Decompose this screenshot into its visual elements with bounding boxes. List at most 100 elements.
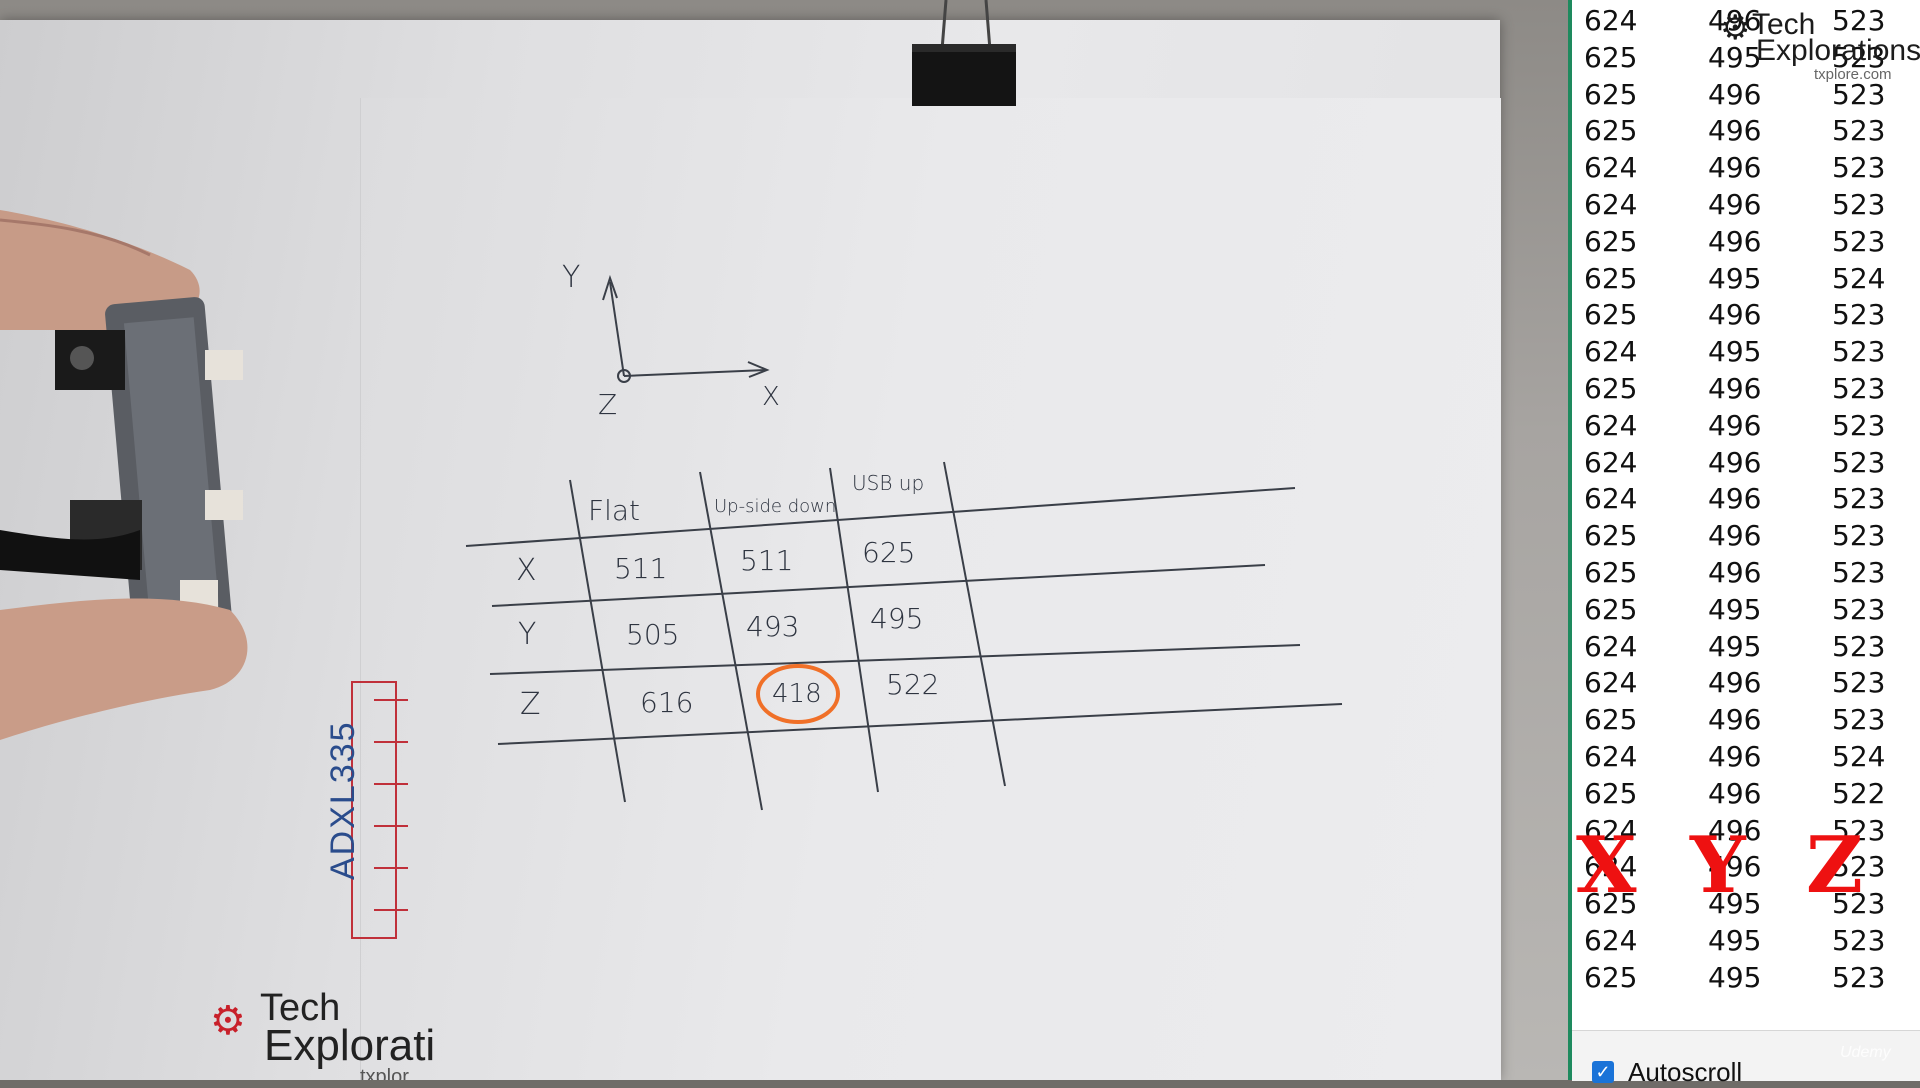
x-value: 625 — [1584, 298, 1638, 332]
serial-row: 624 496 523 — [1580, 666, 1920, 703]
table-header-flat: Flat — [588, 494, 640, 527]
x-value: 625 — [1584, 592, 1638, 626]
x-value: 624 — [1584, 923, 1638, 957]
y-value: 496 — [1708, 371, 1762, 405]
z-value: 524 — [1832, 261, 1886, 295]
y-value: 495 — [1708, 592, 1762, 626]
x-value: 625 — [1584, 703, 1638, 737]
table-header-usb-up: USB up — [852, 471, 924, 495]
y-value: 496 — [1708, 408, 1762, 442]
axis-x-label: X — [762, 382, 780, 412]
z-value: 523 — [1832, 592, 1886, 626]
x-value: 625 — [1584, 40, 1638, 74]
x-value: 625 — [1584, 519, 1638, 553]
table-cell: 625 — [862, 536, 915, 569]
y-value: 496 — [1708, 445, 1762, 479]
x-value: 625 — [1584, 224, 1638, 258]
serial-row: 624 496 523 — [1580, 151, 1920, 188]
table-cell: 505 — [626, 618, 679, 651]
serial-row: 625 496 523 — [1580, 372, 1920, 409]
y-value: 496 — [1708, 703, 1762, 737]
y-value: 495 — [1708, 923, 1762, 957]
serial-row: 624 496 523 — [1580, 409, 1920, 446]
serial-row: 624 495 523 — [1580, 924, 1920, 961]
y-value: 496 — [1708, 776, 1762, 810]
z-value: 523 — [1832, 445, 1886, 479]
table-row-y-label: Y — [518, 617, 536, 652]
table-cell: 495 — [870, 602, 923, 635]
serial-row: 624 495 523 — [1580, 335, 1920, 372]
x-value: 624 — [1584, 187, 1638, 221]
table-cell: 511 — [614, 552, 667, 585]
serial-monitor[interactable]: 624 496 523 625 495 523 625 496 523 625 496 523 624 4… — [1568, 0, 1920, 1080]
y-value: 496 — [1708, 298, 1762, 332]
serial-row: 624 496 523 — [1580, 446, 1920, 483]
z-value: 523 — [1832, 482, 1886, 516]
serial-row: 624 496 524 — [1580, 740, 1920, 777]
y-value: 496 — [1708, 187, 1762, 221]
overlay-y-label: Y — [1690, 820, 1746, 911]
overlay-z-label: Z — [1806, 820, 1863, 911]
y-value: 496 — [1708, 739, 1762, 773]
axis-y-label: Y — [562, 260, 580, 295]
serial-row: 625 496 523 — [1580, 703, 1920, 740]
overlay-x-label: X — [1576, 820, 1637, 911]
y-value: 496 — [1708, 555, 1762, 589]
serial-row: 625 496 523 — [1580, 519, 1920, 556]
z-value: 523 — [1832, 666, 1886, 700]
serial-row: 625 495 523 — [1580, 961, 1920, 998]
video-frame: Y Z X Flat Up-side down USB up X Y Z 511… — [0, 0, 1568, 1080]
x-value: 624 — [1584, 666, 1638, 700]
table-cell: 616 — [640, 686, 693, 719]
z-value: 523 — [1832, 519, 1886, 553]
sensor-label: ADXL335 — [324, 720, 362, 880]
z-value: 523 — [1832, 629, 1886, 663]
axes-sketch — [602, 274, 770, 383]
logo-url: txplore.com — [1814, 66, 1892, 83]
z-value: 523 — [1832, 114, 1886, 148]
z-value: 523 — [1832, 703, 1886, 737]
x-value: 625 — [1584, 960, 1638, 994]
logo-line2: Explorations — [1756, 34, 1920, 67]
table-header-upside-down: Up-side down — [714, 496, 836, 517]
gear-icon: ⚙ — [210, 999, 246, 1043]
paper-logo-line2: Explorati — [264, 1021, 436, 1070]
z-value: 523 — [1832, 298, 1886, 332]
x-value: 624 — [1584, 482, 1638, 516]
serial-row: 624 496 523 — [1580, 482, 1920, 519]
table-cell: 493 — [746, 610, 799, 643]
x-value: 624 — [1584, 151, 1638, 185]
serial-row: 625 496 523 — [1580, 225, 1920, 262]
autoscroll-label: Autoscroll — [1628, 1057, 1743, 1087]
y-value: 496 — [1708, 519, 1762, 553]
serial-row: 625 496 522 — [1580, 777, 1920, 814]
y-value: 495 — [1708, 335, 1762, 369]
table-cell: 511 — [740, 544, 793, 577]
x-value: 625 — [1584, 371, 1638, 405]
y-value: 495 — [1708, 261, 1762, 295]
y-value: 496 — [1708, 666, 1762, 700]
z-value: 523 — [1832, 151, 1886, 185]
x-value: 624 — [1584, 629, 1638, 663]
y-value: 496 — [1708, 114, 1762, 148]
z-value: 523 — [1832, 555, 1886, 589]
serial-row: 625 496 523 — [1580, 556, 1920, 593]
serial-row: 624 495 523 — [1580, 630, 1920, 667]
udemy-watermark: Udemy — [1840, 1044, 1891, 1061]
y-value: 496 — [1708, 224, 1762, 258]
x-value: 624 — [1584, 4, 1638, 37]
table-row-x-label: X — [516, 553, 537, 588]
serial-row: 625 496 523 — [1580, 298, 1920, 335]
paper-logo: ⚙ Tech Explorati txplor — [210, 989, 436, 1080]
table-cell: 522 — [886, 668, 939, 701]
z-value: 523 — [1832, 335, 1886, 369]
z-value: 522 — [1832, 776, 1886, 810]
x-value: 625 — [1584, 555, 1638, 589]
x-value: 624 — [1584, 445, 1638, 479]
x-value: 625 — [1584, 77, 1638, 111]
x-value: 624 — [1584, 408, 1638, 442]
y-value: 495 — [1708, 629, 1762, 663]
z-value: 523 — [1832, 187, 1886, 221]
y-value: 495 — [1708, 960, 1762, 994]
z-value: 523 — [1832, 408, 1886, 442]
